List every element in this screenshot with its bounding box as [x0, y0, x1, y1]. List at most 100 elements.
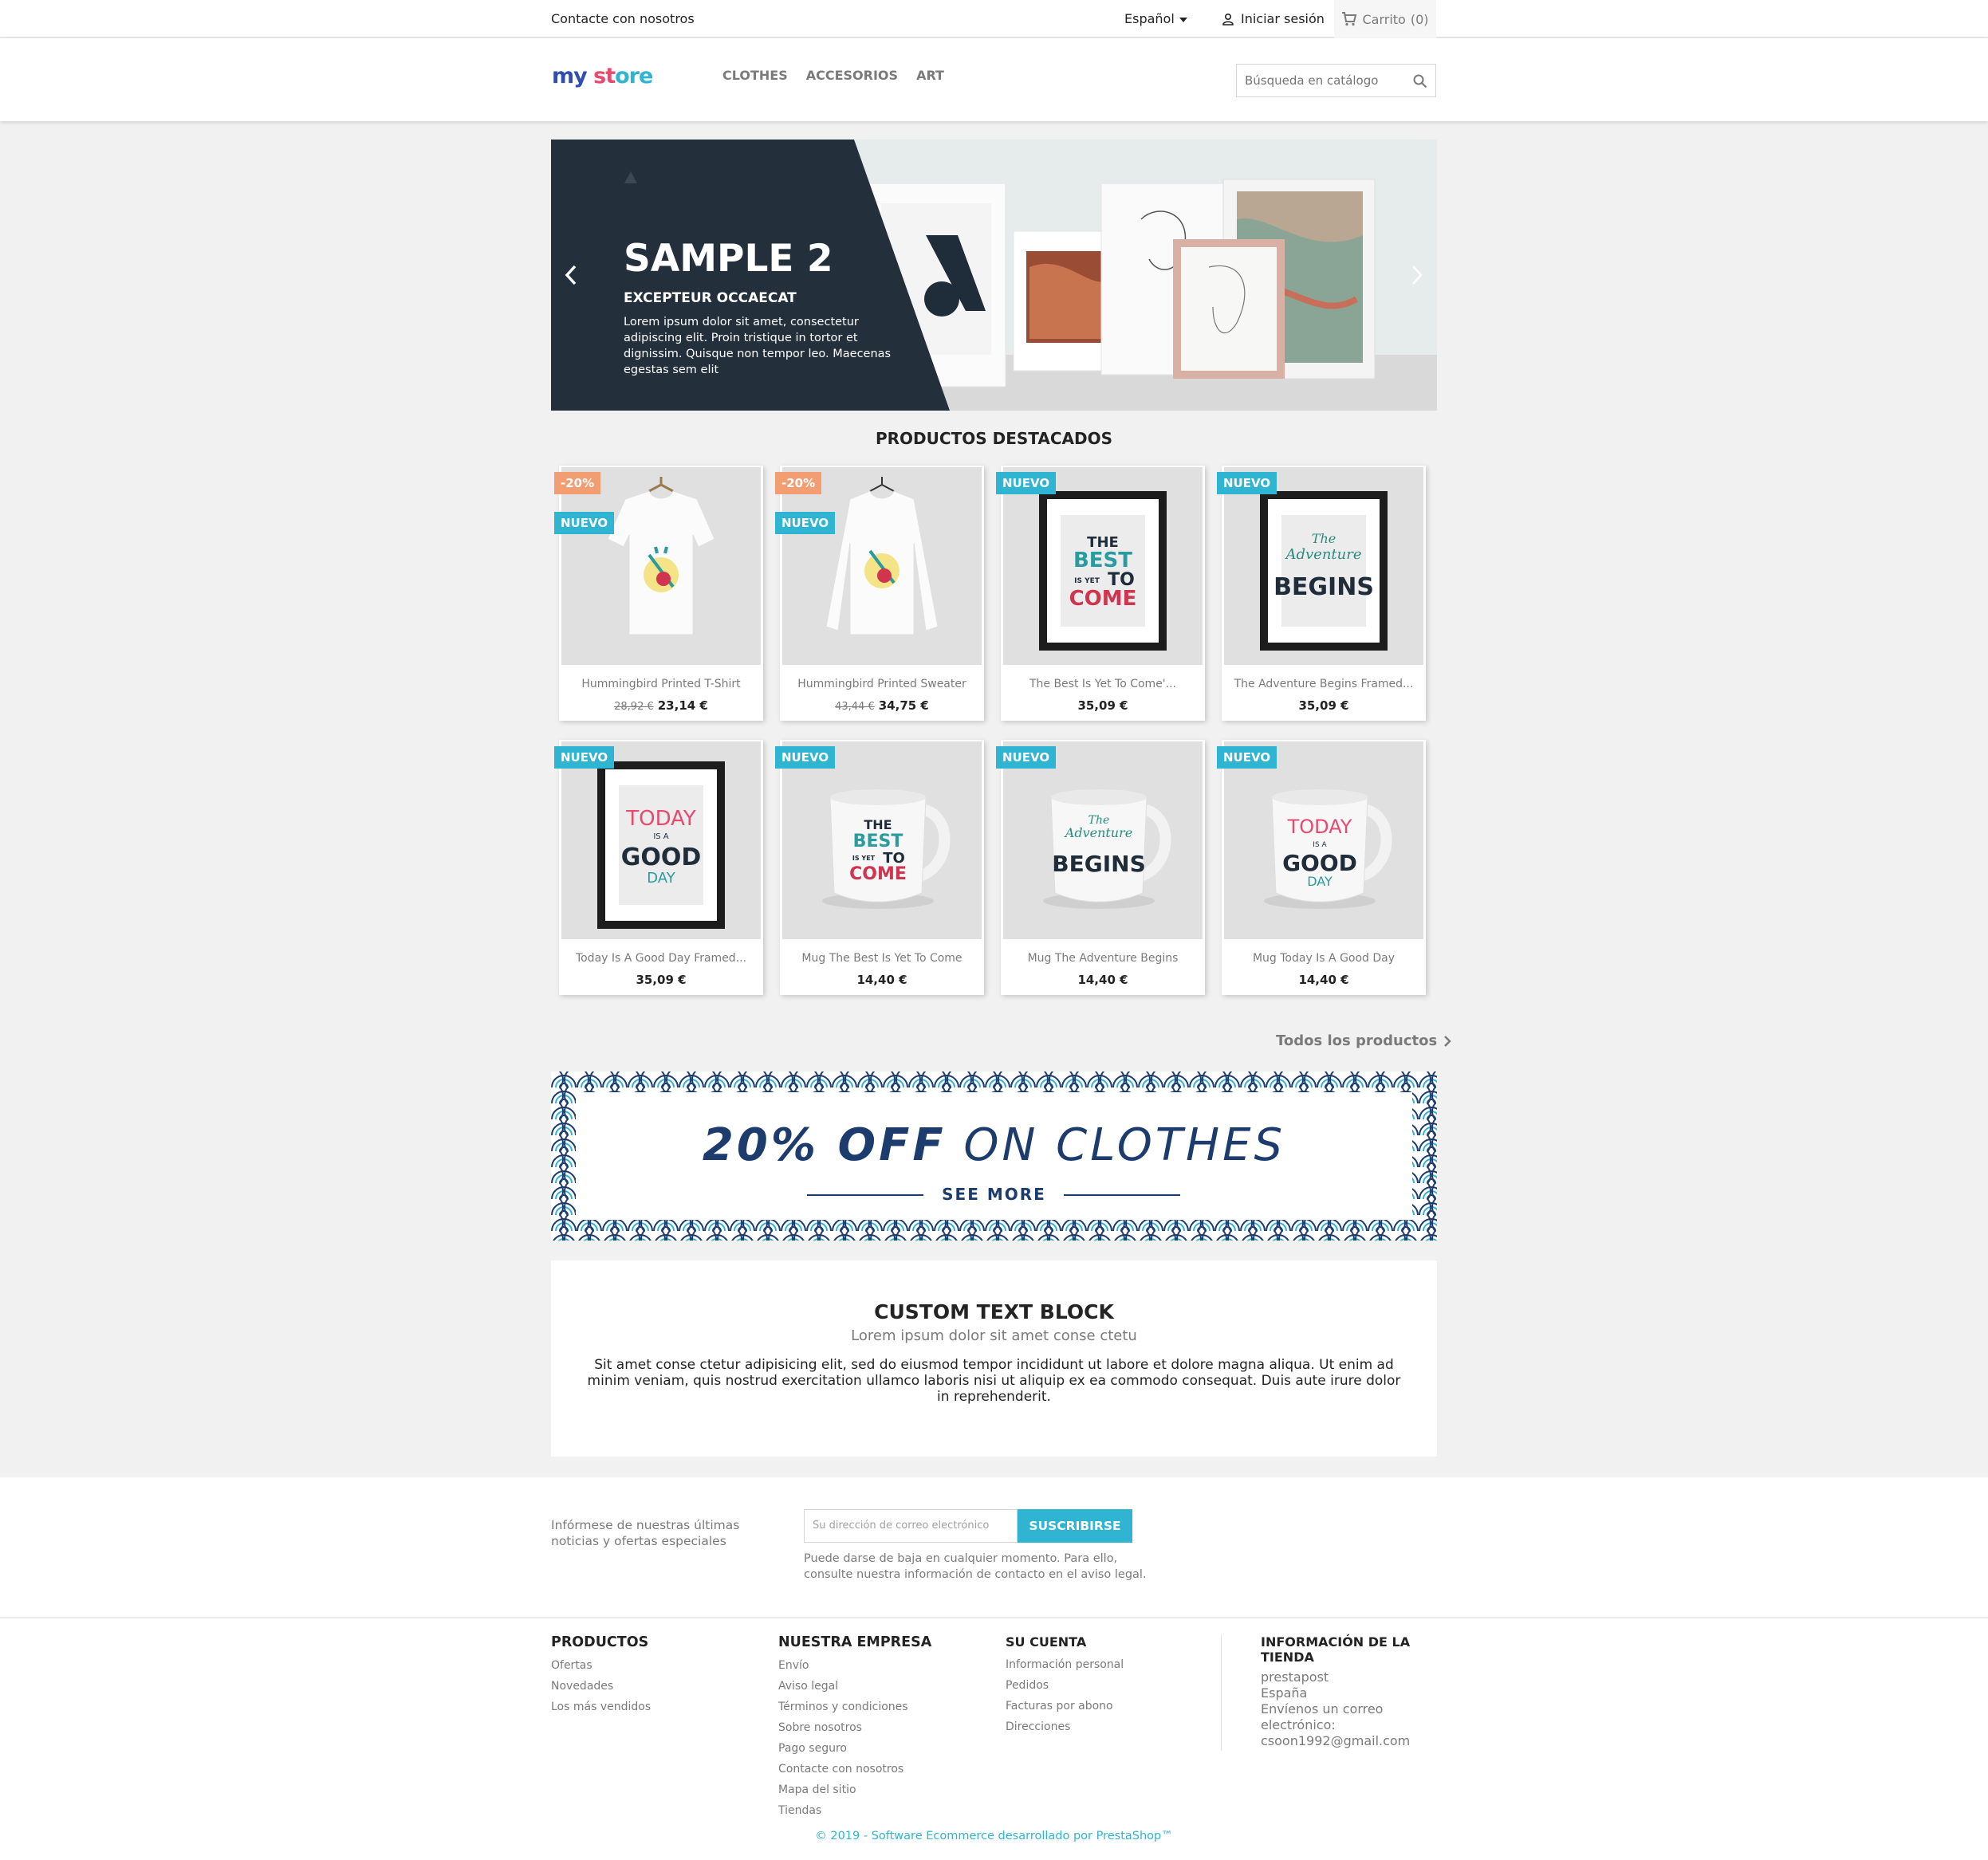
footer-link[interactable]: Ofertas: [551, 1655, 651, 1676]
see-more-link[interactable]: SEE MORE: [576, 1185, 1412, 1204]
product-image[interactable]: The Adventure BEGINS: [1003, 741, 1203, 939]
store-logo[interactable]: my store: [552, 64, 653, 88]
product-price: 14,40 €: [1298, 973, 1349, 987]
product-price: 34,75 €: [878, 698, 929, 713]
art-text: COME: [849, 864, 907, 884]
product-price-row: 14,40 €: [1222, 973, 1426, 987]
newsletter-note: Puede darse de baja en cualquier momento…: [804, 1552, 1147, 1581]
footer-link[interactable]: Los más vendidos: [551, 1697, 651, 1717]
all-products-label: Todos los productos: [1276, 1032, 1438, 1049]
chevron-right-icon: [1412, 265, 1423, 285]
art-text: TODAY: [1287, 816, 1352, 838]
product-price: 35,09 €: [636, 973, 687, 987]
product-image[interactable]: TODAY IS A GOOD DAY: [1224, 741, 1423, 939]
slider-next-button[interactable]: [1405, 259, 1429, 291]
art-text: GOOD: [1282, 850, 1357, 876]
frame-icon: THE BEST IS YET TO COME: [1039, 491, 1167, 651]
product-card[interactable]: TODAY IS A GOOD DAY NUEVO Mug Today Is A…: [1217, 740, 1426, 995]
featured-title: PRODUCTOS DESTACADOS: [876, 429, 1112, 448]
art-text: IS YET: [852, 855, 876, 862]
product-price-row: 43,44 €34,75 €: [780, 698, 984, 713]
regular-price: 43,44 €: [835, 701, 875, 713]
new-badge: NUEVO: [996, 746, 1057, 769]
product-card[interactable]: THE BEST IS YET TO COME NUEVO Mug The Be…: [775, 740, 984, 995]
footer-link[interactable]: Contacte con nosotros: [778, 1759, 931, 1779]
top-nav-bar: Contacte con nosotros Español Iniciar se…: [0, 0, 1988, 38]
product-image[interactable]: [561, 467, 761, 665]
menu-item-accesorios[interactable]: ACCESORIOS: [806, 68, 898, 83]
newsletter-email-input[interactable]: Su dirección de correo electrónico: [804, 1509, 1018, 1543]
footer-link[interactable]: Información personal: [1006, 1654, 1124, 1675]
footer-products: PRODUCTOS Ofertas Novedades Los más vend…: [551, 1634, 651, 1717]
chevron-right-icon: [1444, 1035, 1451, 1047]
footer-link[interactable]: Facturas por abono: [1006, 1696, 1124, 1716]
product-name[interactable]: Hummingbird Printed T-Shirt: [559, 678, 763, 690]
product-name[interactable]: The Adventure Begins Framed...: [1222, 678, 1426, 690]
product-card[interactable]: -20% NUEVO Hummingbird Printed T-Shirt 2…: [554, 466, 763, 721]
footer-link[interactable]: Direcciones: [1006, 1716, 1124, 1737]
footer-link[interactable]: Sobre nosotros: [778, 1717, 931, 1738]
language-selector[interactable]: Español: [1124, 11, 1187, 26]
product-card[interactable]: TODAY IS A GOOD DAY NUEVO Today Is A Goo…: [554, 740, 763, 995]
search-input[interactable]: [1245, 65, 1404, 96]
search-icon[interactable]: [1413, 74, 1427, 88]
art-text: BEST: [1073, 549, 1132, 572]
product-card[interactable]: THE BEST IS YET TO COME NUEVO The Best I…: [996, 466, 1205, 721]
promo-card: 20% OFF ON CLOTHES SEE MORE: [576, 1092, 1412, 1220]
product-price-row: 14,40 €: [1001, 973, 1205, 987]
product-name[interactable]: Mug The Best Is Yet To Come: [780, 952, 984, 965]
footer-link[interactable]: Aviso legal: [778, 1676, 931, 1697]
product-name[interactable]: Hummingbird Printed Sweater: [780, 678, 984, 690]
store-email-link[interactable]: csoon1992@gmail.com: [1261, 1733, 1420, 1749]
art-text: THE: [864, 817, 892, 832]
product-price-row: 28,92 €23,14 €: [559, 698, 763, 713]
footer-link[interactable]: Novedades: [551, 1676, 651, 1697]
menu-item-clothes[interactable]: CLOTHES: [722, 68, 788, 83]
product-name[interactable]: Mug The Adventure Begins: [1001, 952, 1205, 965]
language-label: Español: [1124, 11, 1175, 26]
product-name[interactable]: Mug Today Is A Good Day: [1222, 952, 1426, 965]
product-price-row: 14,40 €: [780, 973, 984, 987]
footer-link[interactable]: Pago seguro: [778, 1738, 931, 1759]
subscribe-button[interactable]: SUSCRIBIRSE: [1018, 1509, 1132, 1543]
product-image[interactable]: The Adventure BEGINS: [1224, 467, 1423, 665]
footer-link[interactable]: Envío: [778, 1655, 931, 1676]
cart-button[interactable]: Carrito (0): [1334, 0, 1436, 38]
product-price: 14,40 €: [856, 973, 907, 987]
slide-description: Lorem ipsum dolor sit amet, consectetur …: [624, 316, 892, 376]
product-image[interactable]: THE BEST IS YET TO COME: [1003, 467, 1203, 665]
product-name[interactable]: The Best Is Yet To Come'...: [1001, 678, 1205, 690]
product-image[interactable]: [782, 467, 982, 665]
main-menu: CLOTHES ACCESORIOS ART: [722, 68, 944, 83]
footer-link[interactable]: Mapa del sitio: [778, 1779, 931, 1800]
login-link[interactable]: Iniciar sesión: [1222, 11, 1325, 26]
footer-link[interactable]: Tiendas: [778, 1800, 931, 1821]
footer-heading: NUESTRA EMPRESA: [778, 1634, 932, 1650]
footer-link[interactable]: Términos y condiciones: [778, 1697, 931, 1717]
product-card[interactable]: -20% NUEVO Hummingbird Printed Sweater 4…: [775, 466, 984, 721]
art-text: BEST: [853, 832, 903, 851]
product-name[interactable]: Today Is A Good Day Framed...: [559, 952, 763, 965]
product-price: 35,09 €: [1298, 698, 1349, 713]
image-slider: SAMPLE 2 EXCEPTEUR OCCAECAT Lorem ipsum …: [551, 140, 1437, 411]
product-image[interactable]: THE BEST IS YET TO COME: [782, 741, 982, 939]
all-products-link[interactable]: Todos los productos: [1276, 1032, 1451, 1049]
slider-prev-button[interactable]: [559, 259, 583, 291]
logo-part: ore: [615, 64, 653, 88]
product-card[interactable]: The Adventure BEGINS NUEVO The Adventure…: [1217, 466, 1426, 721]
product-card[interactable]: The Adventure BEGINS NUEVO Mug The Adven…: [996, 740, 1205, 995]
store-info-line: Envíenos un correo electrónico:: [1261, 1701, 1384, 1732]
art-text: DAY: [647, 870, 675, 887]
product-image[interactable]: TODAY IS A GOOD DAY: [561, 741, 761, 939]
promo-banner[interactable]: 20% OFF ON CLOTHES SEE MORE: [551, 1072, 1437, 1241]
mug-icon: THE BEST IS YET TO COME: [822, 789, 951, 909]
contact-link[interactable]: Contacte con nosotros: [551, 11, 695, 26]
footer-store-info: INFORMACIÓN DE LA TIENDA prestapost Espa…: [1261, 1634, 1420, 1749]
slide-title: SAMPLE 2: [624, 237, 833, 281]
menu-item-art[interactable]: ART: [916, 68, 944, 83]
promo-title-rest: ON CLOTHES: [963, 1119, 1286, 1171]
footer-link[interactable]: Pedidos: [1006, 1675, 1124, 1696]
mug-icon: TODAY IS A GOOD DAY: [1264, 789, 1392, 909]
copyright-link[interactable]: © 2019 - Software Ecommerce desarrollado…: [0, 1830, 1988, 1842]
footer-heading[interactable]: SU CUENTA: [1006, 1634, 1124, 1650]
